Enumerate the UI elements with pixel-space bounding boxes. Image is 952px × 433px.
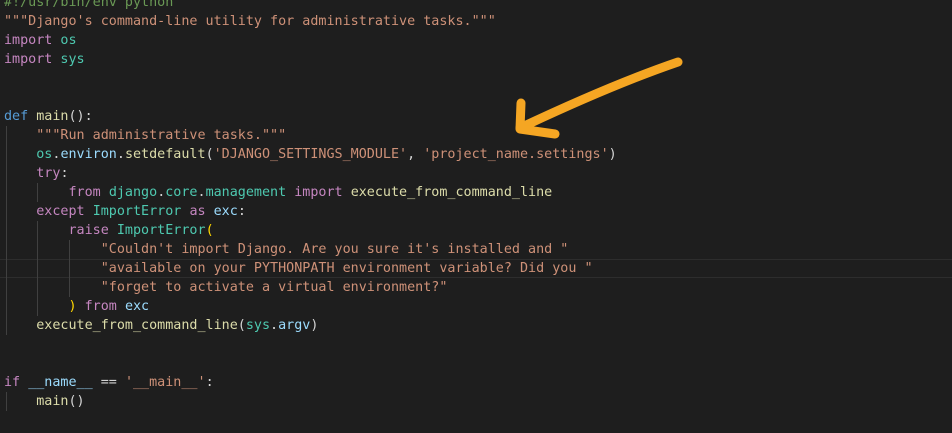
- arrow-shaft: [515, 57, 683, 133]
- annotation-arrow: [515, 57, 683, 139]
